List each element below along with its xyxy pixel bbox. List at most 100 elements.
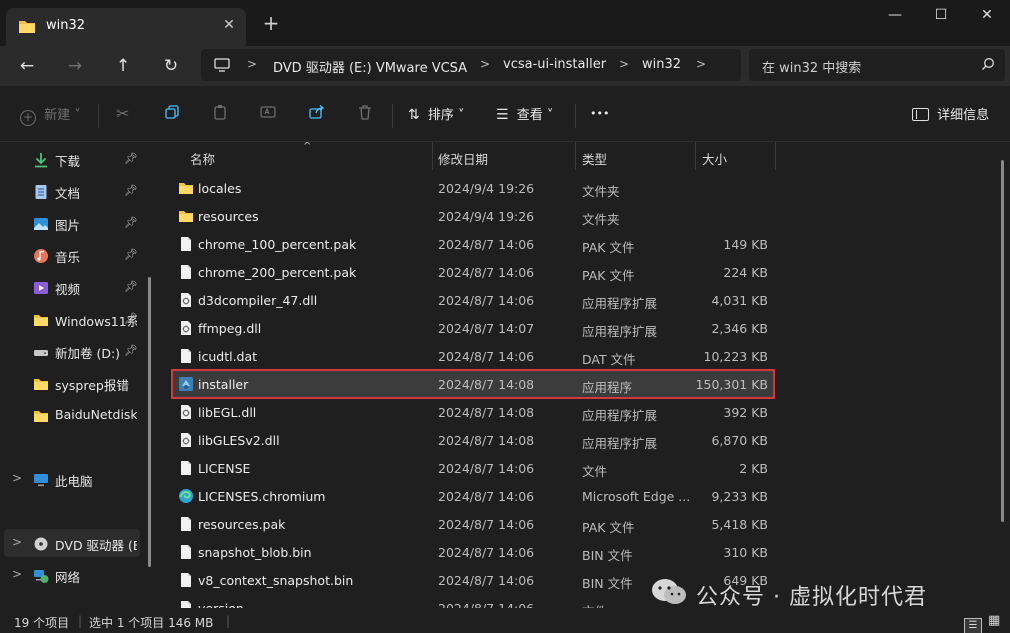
file-date: 2024/9/4 19:26 [438,181,535,196]
file-row[interactable]: chrome_100_percent.pak 2024/8/7 14:06 PAK … [172,230,774,258]
chevron-right-icon[interactable]: > [12,535,22,549]
file-row[interactable]: installer 2024/8/7 14:08 应用程序 150,301 KB [171,369,775,399]
file-row[interactable]: libGLESv2.dll 2024/8/7 14:08 应用程序扩展 6,870 K… [172,426,774,454]
copy-icon[interactable] [164,104,180,126]
file-row[interactable]: ffmpeg.dll 2024/8/7 14:07 应用程序扩展 2,346 KB [172,314,774,342]
up-icon[interactable]: ↑ [109,52,137,80]
file-name: resources [198,209,259,224]
file-type: DAT 文件 [582,352,636,367]
file-type: Microsoft Edge ... [582,489,691,504]
sort-button[interactable]: ⇅ 排序 ˅ [408,104,465,126]
sidebar-item-sysprep[interactable]: sysprep报错 [0,369,146,397]
file-date: 2024/8/7 14:06 [438,265,535,280]
file-row[interactable]: chrome_200_percent.pak 2024/8/7 14:06 PAK … [172,258,774,286]
sidebar-item-documents[interactable]: 文档 📌︎ [0,177,146,205]
file-type: 应用程序扩展 [582,296,658,311]
file-row[interactable]: resources 2024/9/4 19:26 文件夹 [172,202,774,230]
sidebar-item-music[interactable]: 音乐 📌︎ [0,241,146,269]
file-date: 2024/8/7 14:06 [438,461,535,476]
new-button[interactable]: + 新建 ˅ [20,104,81,126]
file-type: 应用程序 [582,380,633,395]
chevron-right-icon[interactable]: > [12,471,22,485]
sidebar-item-drive-d[interactable]: 新加卷 (D:) 📌︎ [0,337,146,365]
file-row[interactable]: locales 2024/9/4 19:26 文件夹 [172,174,774,202]
sidebar-item-pictures[interactable]: 图片 📌︎ [0,209,146,237]
column-divider[interactable] [775,142,776,170]
file-row[interactable]: libEGL.dll 2024/8/7 14:08 应用程序扩展 392 KB [172,398,774,426]
file-size: 6,870 KB [711,433,768,448]
column-divider[interactable] [695,142,696,170]
column-divider[interactable] [432,142,433,170]
column-header-size[interactable]: 大小 [702,149,727,168]
file-name: libGLESv2.dll [198,433,280,448]
breadcrumb-chevron-icon: > [480,57,491,71]
delete-icon[interactable] [357,104,373,126]
rename-icon[interactable] [260,104,276,126]
column-header-name[interactable]: 名称 [190,149,215,168]
file-name: LICENSE [198,461,251,476]
details-pane-icon [912,108,929,121]
file-row[interactable]: snapshot_blob.bin 2024/8/7 14:06 BIN 文件 310… [172,538,774,566]
paste-icon[interactable] [212,104,228,126]
forward-icon[interactable]: → [61,52,89,80]
video-icon [34,282,48,294]
tab-close-icon[interactable]: ✕ [219,15,239,35]
new-tab-button[interactable]: + [259,12,283,36]
sidebar-item-baidunetdisk[interactable]: BaiduNetdiskD [0,401,146,429]
file-row[interactable]: resources.pak 2024/8/7 14:06 PAK 文件 5,418 K… [172,510,774,538]
file-type: 应用程序扩展 [582,436,658,451]
navigation-pane: 下载 📌︎ 文档 📌︎ 图片 📌︎ 音乐 📌︎ 视频 📌︎ Windows11系… [0,142,158,608]
more-options-icon[interactable]: ••• [590,107,609,129]
folder-icon [19,21,35,33]
breadcrumb-chevron-icon: > [619,57,630,71]
sidebar-item-downloads[interactable]: 下载 📌︎ [0,145,146,173]
file-name: ffmpeg.dll [198,321,262,336]
tab-win32[interactable]: win32 ✕ [6,8,246,46]
sidebar-item-dvd-drive[interactable]: > DVD 驱动器 (E: [4,529,140,557]
details-button[interactable]: 详细信息 [912,104,989,126]
file-row[interactable]: d3dcompiler_47.dll 2024/8/7 14:06 应用程序扩展 4,… [172,286,774,314]
breadcrumb-item[interactable]: vcsa-ui-installer [503,57,606,72]
sidebar-item-videos[interactable]: 视频 📌︎ [0,273,146,301]
file-icon [178,236,194,252]
close-button[interactable]: ✕ [964,0,1010,32]
share-icon[interactable] [309,104,325,126]
breadcrumb-item[interactable]: win32 [642,57,681,72]
music-icon [34,249,48,263]
navigation-bar: ← → ↑ ↻ > DVD 驱动器 (E:) VMware VCSA > vcs… [0,46,1010,86]
sidebar-item-network[interactable]: > 网络 [0,561,146,589]
back-icon[interactable]: ← [13,52,41,80]
sidebar-scrollbar[interactable] [148,277,151,567]
network-icon [34,570,49,583]
file-row[interactable]: icudtl.dat 2024/8/7 14:06 DAT 文件 10,223 KB [172,342,774,370]
file-list: 名称 ^ 修改日期 类型 大小 locales 2024/9/4 19:26 文件夹… [160,142,1010,608]
file-date: 2024/8/7 14:06 [438,349,535,364]
view-button[interactable]: ☰ 查看 ˅ [496,104,553,126]
file-type: PAK 文件 [582,240,635,255]
file-row[interactable]: LICENSES.chromium 2024/8/7 14:06 Microsoft… [172,482,774,510]
sidebar-item-windows11[interactable]: Windows11系 📌︎ [0,305,146,333]
breadcrumb-item[interactable]: DVD 驱动器 (E:) VMware VCSA [273,57,467,76]
sidebar-item-label: sysprep报错 [55,378,129,393]
cut-icon[interactable]: ✂ [116,104,129,126]
minimize-button[interactable]: — [872,0,918,32]
sidebar-item-this-pc[interactable]: > 此电脑 [0,465,146,493]
chevron-right-icon[interactable]: > [12,567,22,581]
address-bar[interactable]: > DVD 驱动器 (E:) VMware VCSA > vcsa-ui-ins… [201,49,741,81]
column-header-date[interactable]: 修改日期 [438,149,488,168]
file-type: BIN 文件 [582,548,633,563]
column-divider[interactable] [575,142,576,170]
breadcrumb-chevron-icon[interactable]: > [696,57,706,71]
refresh-icon[interactable]: ↻ [157,52,185,80]
plus-circle-icon: + [20,110,36,126]
content-scrollbar[interactable] [1001,160,1004,522]
computer-icon [34,474,48,487]
column-header-type[interactable]: 类型 [582,149,607,168]
maximize-button[interactable]: ☐ [918,0,964,32]
file-type: PAK 文件 [582,268,635,283]
file-size: 5,418 KB [711,517,768,532]
search-input[interactable]: 在 win32 中搜索 [749,49,1005,81]
tiles-view-icon[interactable]: ▦ [988,613,1000,628]
breadcrumb-chevron-icon: > [247,57,258,71]
file-row[interactable]: LICENSE 2024/8/7 14:06 文件 2 KB [172,454,774,482]
